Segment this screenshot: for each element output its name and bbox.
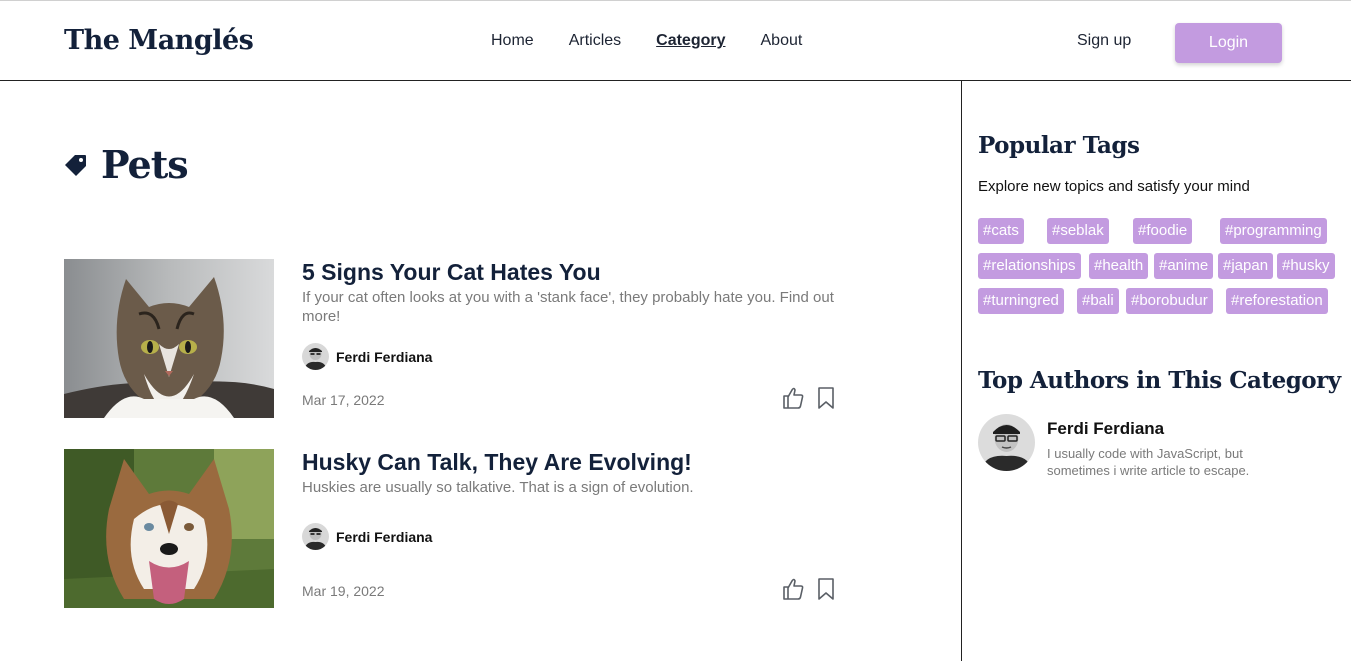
nav-link-about[interactable]: About bbox=[761, 32, 803, 50]
avatar bbox=[978, 414, 1035, 471]
article-description: If your cat often looks at you with a 's… bbox=[302, 289, 834, 325]
cat-photo bbox=[64, 259, 274, 418]
tag-chip[interactable]: #cats bbox=[978, 218, 1024, 244]
thumbs-up-icon[interactable] bbox=[782, 386, 804, 410]
top-author-card[interactable]: Ferdi Ferdiana I usually code with JavaS… bbox=[978, 414, 1338, 478]
article-title[interactable]: Husky Can Talk, They Are Evolving! bbox=[302, 449, 692, 476]
tag-chip[interactable]: #seblak bbox=[1047, 218, 1109, 244]
author-name: Ferdi Ferdiana bbox=[336, 528, 433, 545]
popular-tags-title: Popular Tags bbox=[978, 132, 1140, 159]
tag-chip[interactable]: #bali bbox=[1077, 288, 1119, 314]
tag-chip[interactable]: #reforestation bbox=[1226, 288, 1328, 314]
bookmark-icon[interactable] bbox=[815, 386, 837, 410]
tag-chip[interactable]: #borobudur bbox=[1126, 288, 1213, 314]
navbar: The Manglés Home Articles Category About… bbox=[0, 0, 1351, 81]
article-thumbnail[interactable] bbox=[64, 449, 274, 608]
tag-chip[interactable]: #japan bbox=[1218, 253, 1274, 279]
top-author-name[interactable]: Ferdi Ferdiana bbox=[1047, 419, 1164, 439]
top-authors-title: Top Authors in This Category bbox=[978, 367, 1341, 394]
nav-link-home[interactable]: Home bbox=[491, 32, 534, 50]
login-button[interactable]: Login bbox=[1175, 23, 1282, 63]
main-nav: Home Articles Category About bbox=[491, 32, 837, 50]
tag-chip[interactable]: #husky bbox=[1277, 253, 1335, 279]
top-author-bio: I usually code with JavaScript, but some… bbox=[1047, 446, 1250, 478]
article-date: Mar 19, 2022 bbox=[302, 583, 385, 599]
bookmark-icon[interactable] bbox=[815, 577, 837, 601]
article-title[interactable]: 5 Signs Your Cat Hates You bbox=[302, 259, 601, 286]
brand-logo[interactable]: The Manglés bbox=[64, 25, 254, 56]
tag-chip[interactable]: #relationships bbox=[978, 253, 1081, 279]
tag-chip[interactable]: #programming bbox=[1220, 218, 1327, 244]
tag-chip[interactable]: #health bbox=[1089, 253, 1149, 279]
nav-link-category[interactable]: Category bbox=[656, 32, 725, 50]
nav-link-articles[interactable]: Articles bbox=[569, 32, 621, 50]
popular-tags-subtitle: Explore new topics and satisfy your mind bbox=[978, 178, 1250, 195]
article-thumbnail[interactable] bbox=[64, 259, 274, 418]
sidebar-divider bbox=[961, 81, 962, 661]
tag-chip[interactable]: #anime bbox=[1154, 253, 1214, 279]
thumbs-up-icon[interactable] bbox=[782, 577, 804, 601]
avatar bbox=[302, 523, 329, 550]
tag-icon bbox=[65, 154, 86, 176]
category-header: Pets bbox=[64, 142, 189, 187]
husky-photo bbox=[64, 449, 274, 608]
article-description: Huskies are usually so talkative. That i… bbox=[302, 479, 694, 496]
article-author[interactable]: Ferdi Ferdiana bbox=[302, 343, 432, 370]
article-author[interactable]: Ferdi Ferdiana bbox=[302, 523, 432, 550]
article-card[interactable]: 5 Signs Your Cat Hates You If your cat o… bbox=[64, 259, 844, 419]
article-card[interactable]: Husky Can Talk, They Are Evolving! Huski… bbox=[64, 449, 844, 609]
category-title: Pets bbox=[101, 142, 189, 187]
avatar bbox=[302, 343, 329, 370]
tag-chip[interactable]: #turningred bbox=[978, 288, 1064, 314]
signup-link[interactable]: Sign up bbox=[1077, 32, 1131, 50]
article-date: Mar 17, 2022 bbox=[302, 392, 385, 408]
author-name: Ferdi Ferdiana bbox=[336, 348, 433, 365]
tag-chip[interactable]: #foodie bbox=[1133, 218, 1193, 244]
